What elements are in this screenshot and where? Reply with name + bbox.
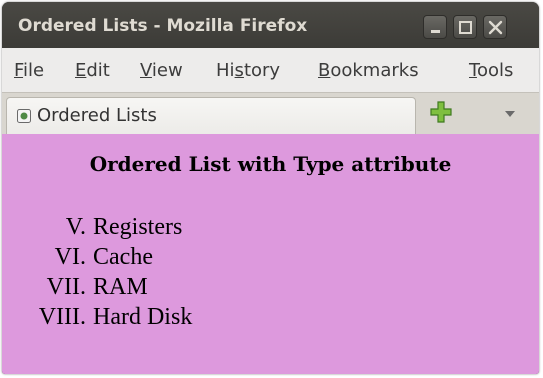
minimize-icon <box>431 30 440 33</box>
window-title: Ordered Lists - Mozilla Firefox <box>18 16 308 36</box>
list-item-text: RAM <box>93 274 148 300</box>
menu-history[interactable]: History <box>216 60 280 81</box>
menu-bar: File Edit View History Bookmarks Tools <box>2 48 539 92</box>
list-marker: VI. <box>54 244 86 270</box>
menu-view[interactable]: View <box>140 60 183 81</box>
menu-bookmarks[interactable]: Bookmarks <box>318 60 419 81</box>
close-icon <box>488 20 503 35</box>
menu-file[interactable]: File <box>14 60 44 81</box>
list-item-text: Hard Disk <box>93 304 193 330</box>
maximize-icon <box>459 21 472 34</box>
tab-title: Ordered Lists <box>37 105 157 126</box>
chevron-down-icon[interactable] <box>504 109 516 119</box>
list-item-text: Cache <box>93 244 153 270</box>
page-heading: Ordered List with Type attribute <box>89 152 452 176</box>
page-content: Ordered List with Type attribute V. Regi… <box>2 134 539 374</box>
list-marker: VII. <box>46 274 86 300</box>
plus-icon[interactable] <box>429 100 453 124</box>
list-marker: VIII. <box>38 304 86 330</box>
list-item-text: Registers <box>93 214 183 240</box>
menu-tools[interactable]: Tools <box>469 60 513 81</box>
title-bar[interactable]: Ordered Lists - Mozilla Firefox <box>2 2 539 48</box>
close-button[interactable] <box>483 15 507 39</box>
menu-edit[interactable]: Edit <box>75 60 110 81</box>
maximize-button[interactable] <box>453 15 477 39</box>
minimize-button[interactable] <box>423 15 447 39</box>
tab-bar: Ordered Lists <box>2 92 539 135</box>
page-icon <box>17 109 31 123</box>
tab-ordered-lists[interactable]: Ordered Lists <box>6 97 416 135</box>
browser-window: Ordered Lists - Mozilla Firefox File Edi… <box>2 2 539 374</box>
list-marker: V. <box>65 214 86 240</box>
